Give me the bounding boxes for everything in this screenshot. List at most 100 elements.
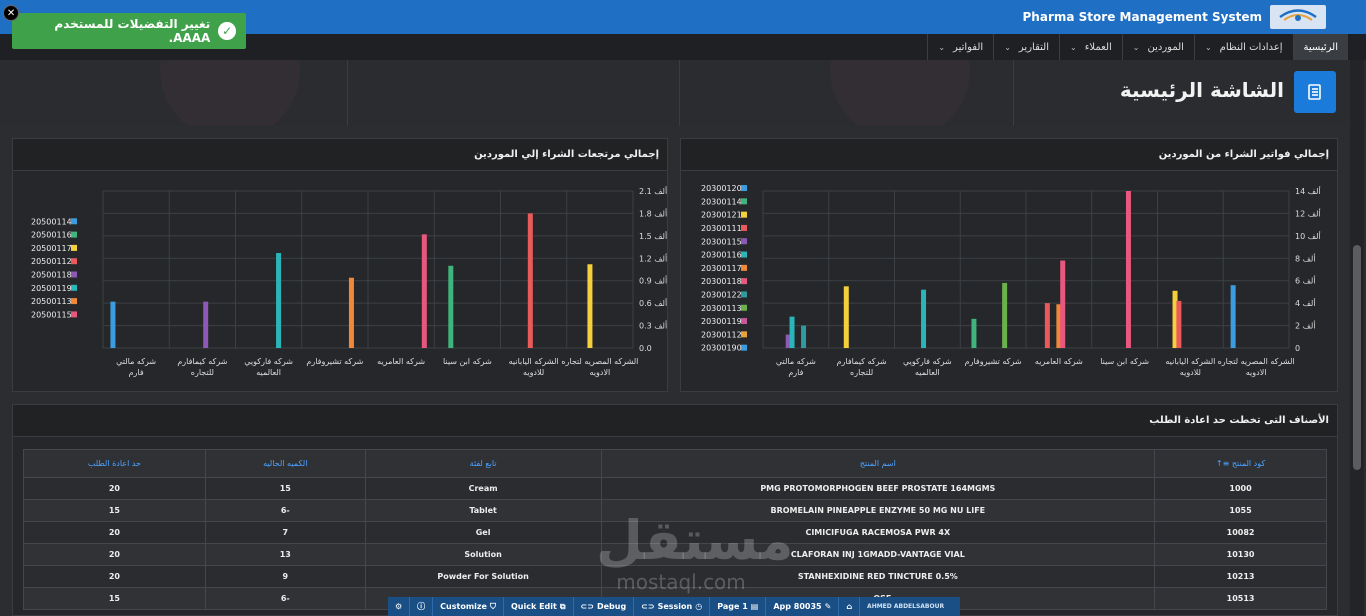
bar [843, 286, 849, 348]
table-cell: 20 [23, 521, 206, 544]
legend-swatch [741, 318, 747, 325]
nav-item-1[interactable]: إعدادات النظام ⌄ [1193, 34, 1293, 60]
legend-label: 20300118 [701, 277, 742, 286]
scrollbar-thumb[interactable] [1353, 245, 1361, 470]
table-cell: Solution [364, 543, 602, 566]
x-tick-label: شركه ابن سينا [443, 357, 492, 366]
bar [801, 325, 807, 348]
legend-label: 20300121 [701, 211, 742, 220]
gear-icon: ⚙ [395, 602, 403, 611]
table-cell: 6- [204, 499, 366, 522]
home-button[interactable]: ⌂ [839, 597, 861, 616]
y-tick-label: 0.0 [639, 344, 652, 353]
legend-label: 20300190 [701, 344, 742, 353]
sort-icon[interactable]: ↑≡ [1216, 459, 1232, 468]
bar [1125, 191, 1131, 348]
legend-swatch [741, 251, 747, 258]
debug-button[interactable]: ⊂⊃ Debug [574, 597, 635, 616]
faded-pie [160, 60, 300, 126]
chart-card-returns: إجمالي مرتجعات الشراء إلي الموردين 0.0 0.… [12, 138, 668, 392]
x-tick-label: الادويه [1246, 368, 1267, 377]
col-reorder-limit[interactable]: حد اعادة الطلب [23, 449, 206, 478]
y-tick-label: 1.8 ألف [639, 208, 667, 218]
col-category[interactable]: تابع لفئة [364, 449, 602, 478]
chevron-down-icon: ⌄ [1132, 42, 1140, 52]
legend-label: 20300119 [701, 317, 742, 326]
nav-item-4[interactable]: التقارير ⌄ [993, 34, 1059, 60]
bar [448, 265, 454, 348]
col-current-qty[interactable]: الكميه الحاليه [204, 449, 366, 478]
session-button[interactable]: ⊂⊃ Session ◷ [634, 597, 711, 616]
chart-card-invoices: إجمالي فواتير الشراء من الموردين 0 2 ألف 4… [680, 138, 1338, 392]
chevron-down-icon: ⌄ [1004, 42, 1011, 52]
table-cell: 20 [23, 565, 206, 588]
legend-label: 20500117 [31, 244, 72, 253]
x-tick-label: شركه مالتي [116, 357, 156, 366]
x-tick-label: العالميه [915, 368, 940, 377]
table-cell: 15 [23, 499, 206, 522]
customize-button[interactable]: Customize ⛉ [433, 597, 504, 616]
developer-toolbar: ⚙ ⓘ Customize ⛉ Quick Edit ⧉ ⊂⊃ Debug ⊂⊃ Ses… [388, 597, 960, 616]
legend-swatch [741, 264, 747, 271]
quick-edit-button[interactable]: Quick Edit ⧉ [504, 597, 574, 616]
brand[interactable]: Pharma Store Management System [1023, 4, 1326, 30]
bar [587, 264, 593, 348]
y-tick-label: 1.2 ألف [639, 253, 667, 263]
app-button[interactable]: App 80035 ✎ [766, 597, 840, 616]
dashboard-icon [1294, 71, 1336, 113]
table-cell: 6- [204, 587, 366, 610]
x-tick-label: الادويه [590, 368, 611, 377]
legend-swatch [71, 271, 77, 278]
page-scrollbar[interactable] [1350, 60, 1364, 616]
col-product-name[interactable]: اسم المنتج [600, 449, 1156, 478]
nav-menu: الرئيسية إعدادات النظام ⌄ الموردين ⌄ العملاء ⌄… [927, 34, 1348, 60]
legend-swatch [741, 304, 747, 311]
x-tick-label: الشركه اليابانيه [1165, 357, 1215, 366]
bar [1060, 260, 1066, 348]
legend-label: 20500119 [31, 284, 72, 293]
chart-title-returns: إجمالي مرتجعات الشراء إلي الموردين [474, 149, 659, 160]
table-cell: 15 [204, 477, 366, 500]
nav-item-2[interactable]: الموردين ⌄ [1121, 34, 1194, 60]
table-cell: 10513 [1154, 587, 1327, 610]
page-button[interactable]: Page 1 ▤ [710, 597, 767, 616]
table-cell: Powder For Solution [364, 565, 602, 588]
nav-item-label: العملاء [1084, 41, 1112, 53]
page-title: الشاشة الرئيسية [1119, 78, 1284, 102]
faded-panel [348, 60, 680, 126]
watermark-url: mostaql.com [616, 570, 746, 594]
settings-button[interactable]: ⚙ [388, 597, 411, 616]
bar [203, 301, 209, 348]
watermark-arabic: مستقل [596, 509, 794, 572]
y-tick-label: 1.5 ألف [639, 231, 667, 241]
toggle-icon: ⊂⊃ [580, 602, 594, 611]
faded-pie [830, 60, 970, 126]
info-button[interactable]: ⓘ [410, 597, 434, 616]
legend-label: 20300122 [701, 290, 742, 299]
nav-item-5[interactable]: الفواتير ⌄ [927, 34, 993, 60]
nav-item-0[interactable]: الرئيسية [1292, 34, 1348, 60]
legend-label: 20300115 [701, 237, 742, 246]
nav-item-label: التقارير [1018, 41, 1049, 53]
nav-item-label: الرئيسية [1303, 41, 1338, 53]
legend-swatch [71, 231, 77, 238]
toast-message: تغيير التفضيلات للمستخدم AAAA. [54, 17, 211, 45]
close-icon[interactable]: ✕ [3, 5, 19, 21]
table-cell: 1000 [1154, 477, 1327, 500]
bar [921, 289, 927, 348]
edit-icon: ⧉ [559, 601, 566, 611]
col-product-code[interactable]: ↑≡ كود المنتج [1154, 449, 1327, 478]
y-tick-label: 8 ألف [1295, 253, 1316, 263]
x-tick-label: فارم [129, 368, 144, 377]
bar [1044, 303, 1050, 348]
paint-icon: ⛉ [489, 601, 496, 611]
table-cell: PMG PROTOMORPHOGEN BEEF PROSTATE 164MGMS [600, 477, 1156, 500]
nav-item-label: الموردين [1147, 41, 1184, 53]
user-name: AHMED ABDELSABOUR [867, 603, 945, 610]
bar [1176, 300, 1182, 348]
x-tick-label: فارم [788, 368, 803, 377]
app-logo-icon [1270, 5, 1326, 29]
nav-item-3[interactable]: العملاء ⌄ [1058, 34, 1122, 60]
chevron-down-icon: ⌄ [938, 42, 946, 52]
legend-label: 20500113 [31, 297, 72, 306]
